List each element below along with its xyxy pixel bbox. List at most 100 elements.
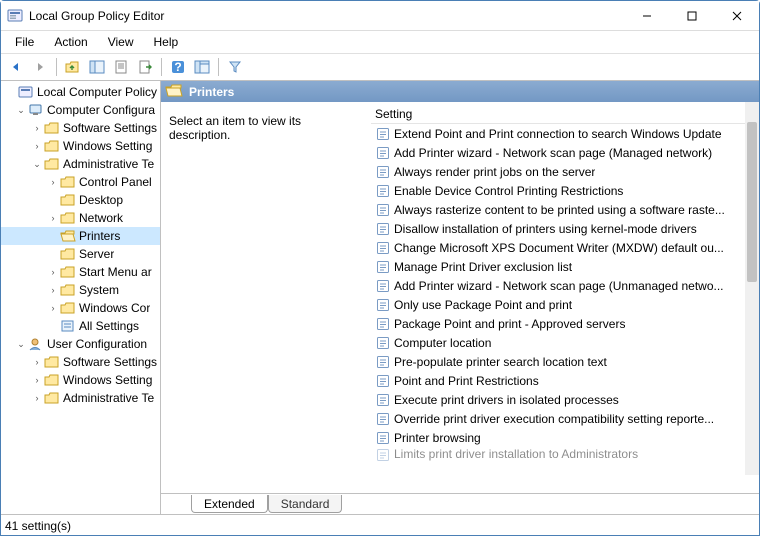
tree-server[interactable]: Server [1, 245, 160, 263]
properties-button[interactable] [110, 56, 132, 78]
tree-network[interactable]: › Network [1, 209, 160, 227]
options-button[interactable] [191, 56, 213, 78]
list-header[interactable]: Setting [371, 102, 759, 124]
folder-icon [44, 139, 60, 153]
expand-icon[interactable] [5, 86, 17, 98]
expand-icon[interactable]: › [31, 140, 43, 152]
setting-label: Printer browsing [394, 431, 481, 445]
vertical-scrollbar[interactable] [745, 102, 759, 475]
setting-row[interactable]: Disallow installation of printers using … [371, 219, 759, 238]
setting-label: Only use Package Point and print [394, 298, 572, 312]
tree-user-config[interactable]: ⌄ User Configuration [1, 335, 160, 353]
policy-tree[interactable]: Local Computer Policy ⌄ Computer Configu… [1, 83, 160, 407]
folder-icon [60, 265, 76, 279]
menu-action[interactable]: Action [44, 33, 97, 51]
setting-row[interactable]: Always rasterize content to be printed u… [371, 200, 759, 219]
status-bar: 41 setting(s) [1, 515, 759, 535]
setting-row[interactable]: Point and Print Restrictions [371, 371, 759, 390]
setting-row[interactable]: Add Printer wizard - Network scan page (… [371, 143, 759, 162]
setting-row[interactable]: Pre-populate printer search location tex… [371, 352, 759, 371]
tab-extended[interactable]: Extended [191, 495, 268, 513]
scrollbar-thumb[interactable] [747, 122, 757, 282]
setting-label: Disallow installation of printers using … [394, 222, 697, 236]
right-pane: Printers Select an item to view its desc… [161, 81, 759, 514]
tree-u-windows-settings[interactable]: › Windows Setting [1, 371, 160, 389]
tab-standard[interactable]: Standard [268, 495, 343, 513]
collapse-icon[interactable]: ⌄ [31, 158, 43, 170]
setting-icon [375, 202, 391, 218]
maximize-button[interactable] [669, 2, 714, 30]
content-header-label: Printers [189, 85, 234, 99]
expand-icon[interactable]: › [47, 212, 59, 224]
expand-icon[interactable]: › [31, 392, 43, 404]
no-expand [47, 248, 59, 260]
tree-system[interactable]: › System [1, 281, 160, 299]
user-icon [28, 337, 44, 351]
up-button[interactable] [62, 56, 84, 78]
setting-row[interactable]: Only use Package Point and print [371, 295, 759, 314]
tree-windows-components[interactable]: › Windows Cor [1, 299, 160, 317]
tree-u-admin-templates[interactable]: › Administrative Te [1, 389, 160, 407]
export-button[interactable] [134, 56, 156, 78]
setting-icon [375, 316, 391, 332]
tree-software-settings[interactable]: › Software Settings [1, 119, 160, 137]
tree-pane[interactable]: Local Computer Policy ⌄ Computer Configu… [1, 81, 161, 514]
column-setting[interactable]: Setting [375, 107, 412, 121]
expand-icon[interactable]: › [47, 176, 59, 188]
setting-row[interactable]: Package Point and print - Approved serve… [371, 314, 759, 333]
tree-control-panel[interactable]: › Control Panel [1, 173, 160, 191]
tree-admin-templates[interactable]: ⌄ Administrative Te [1, 155, 160, 173]
menu-file[interactable]: File [5, 33, 44, 51]
tree-u-software-settings[interactable]: › Software Settings [1, 353, 160, 371]
setting-row[interactable]: Override print driver execution compatib… [371, 409, 759, 428]
tree-root[interactable]: Local Computer Policy [1, 83, 160, 101]
setting-row[interactable]: Printer browsing [371, 428, 759, 447]
show-hide-tree-button[interactable] [86, 56, 108, 78]
tree-windows-settings[interactable]: › Windows Setting [1, 137, 160, 155]
no-expand [47, 194, 59, 206]
tree-printers[interactable]: Printers [1, 227, 160, 245]
menu-help[interactable]: Help [144, 33, 189, 51]
expand-icon[interactable]: › [31, 356, 43, 368]
collapse-icon[interactable]: ⌄ [15, 104, 27, 116]
folder-icon [60, 283, 76, 297]
setting-row[interactable]: Manage Print Driver exclusion list [371, 257, 759, 276]
content-header: Printers [161, 81, 759, 102]
setting-row[interactable]: Limits print driver installation to Admi… [371, 447, 759, 461]
tree-desktop[interactable]: Desktop [1, 191, 160, 209]
setting-icon [375, 335, 391, 351]
setting-label: Computer location [394, 336, 491, 350]
setting-row[interactable]: Extend Point and Print connection to sea… [371, 124, 759, 143]
expand-icon[interactable]: › [31, 122, 43, 134]
setting-row[interactable]: Add Printer wizard - Network scan page (… [371, 276, 759, 295]
setting-row[interactable]: Always render print jobs on the server [371, 162, 759, 181]
expand-icon[interactable]: › [31, 374, 43, 386]
close-button[interactable] [714, 2, 759, 30]
forward-button[interactable] [29, 56, 51, 78]
expand-icon[interactable]: › [47, 284, 59, 296]
back-button[interactable] [5, 56, 27, 78]
expand-icon[interactable]: › [47, 266, 59, 278]
settings-list[interactable]: Extend Point and Print connection to sea… [371, 124, 759, 493]
setting-row[interactable]: Enable Device Control Printing Restricti… [371, 181, 759, 200]
settings-list-pane: Setting Extend Point and Print connectio… [371, 102, 759, 493]
collapse-icon[interactable]: ⌄ [15, 338, 27, 350]
setting-icon [375, 240, 391, 256]
menu-view[interactable]: View [98, 33, 144, 51]
setting-row[interactable]: Execute print drivers in isolated proces… [371, 390, 759, 409]
filter-button[interactable] [224, 56, 246, 78]
description-text: Select an item to view its description. [169, 114, 301, 142]
no-expand [47, 320, 59, 332]
computer-icon [28, 103, 44, 117]
tree-computer-config[interactable]: ⌄ Computer Configura [1, 101, 160, 119]
window-title: Local Group Policy Editor [29, 9, 624, 23]
tree-start-menu[interactable]: › Start Menu ar [1, 263, 160, 281]
help-button[interactable]: ? [167, 56, 189, 78]
setting-row[interactable]: Computer location [371, 333, 759, 352]
setting-row[interactable]: Change Microsoft XPS Document Writer (MX… [371, 238, 759, 257]
minimize-button[interactable] [624, 2, 669, 30]
tree-all-settings[interactable]: All Settings [1, 317, 160, 335]
folder-icon [44, 157, 60, 171]
toolbar: ? [1, 53, 759, 81]
expand-icon[interactable]: › [47, 302, 59, 314]
